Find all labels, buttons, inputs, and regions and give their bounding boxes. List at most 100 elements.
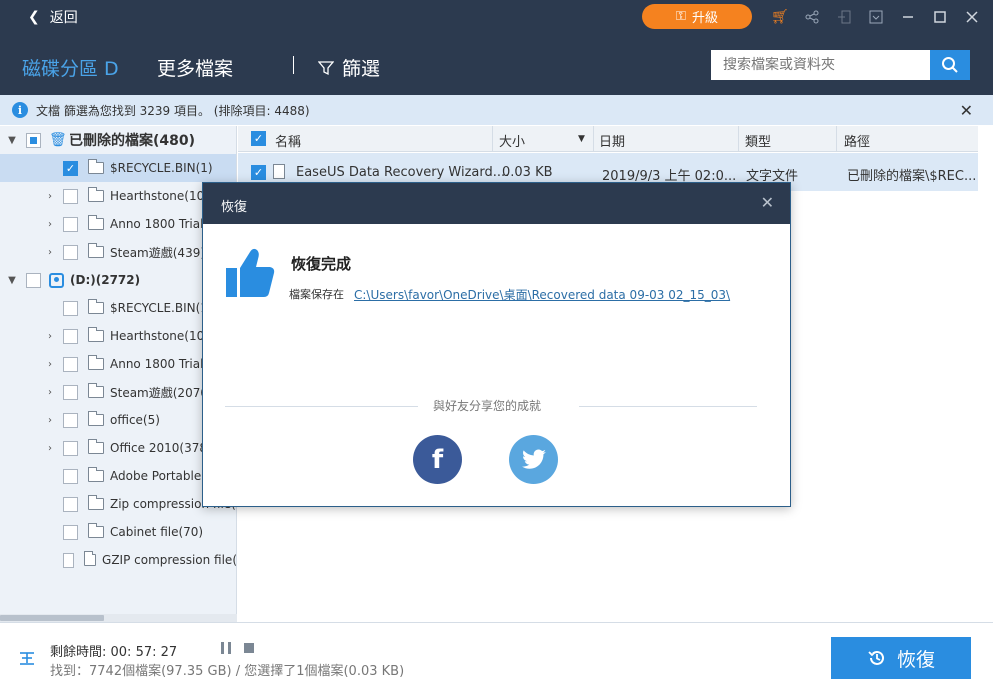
share-prompt: 與好友分享您的成就 bbox=[433, 399, 542, 413]
column-divider bbox=[738, 126, 739, 152]
minimize-icon[interactable] bbox=[898, 7, 918, 27]
recover-button[interactable]: 恢復 bbox=[831, 637, 971, 679]
tree-item-label: Cabinet file(70) bbox=[110, 525, 204, 539]
folder-icon bbox=[88, 187, 104, 202]
stop-icon[interactable] bbox=[244, 643, 254, 653]
column-header-name[interactable]: 名稱 bbox=[275, 131, 301, 150]
sign-in-icon[interactable] bbox=[834, 7, 854, 27]
tree-item-label: Steam遊戲(2070 bbox=[110, 385, 208, 400]
folder-icon bbox=[88, 383, 104, 398]
tree-checkbox[interactable] bbox=[63, 216, 78, 232]
folder-icon bbox=[88, 159, 104, 174]
tree-item-label: Hearthstone(10) bbox=[110, 189, 209, 203]
column-divider bbox=[593, 126, 594, 152]
tab-disk-partition[interactable]: 磁碟分區 D bbox=[22, 54, 119, 81]
thumbs-up-icon bbox=[226, 248, 275, 297]
column-divider bbox=[836, 126, 837, 152]
scrollbar-thumb[interactable] bbox=[0, 615, 104, 621]
tree-checkbox[interactable] bbox=[63, 496, 78, 512]
facebook-icon: f bbox=[431, 444, 444, 475]
history-icon bbox=[868, 650, 884, 665]
tree-item-label: $RECYCLE.BIN(1 bbox=[110, 301, 208, 315]
folder-icon bbox=[88, 411, 104, 426]
save-path-link[interactable]: C:\Users\favor\OneDrive\桌面\Recovered dat… bbox=[354, 286, 730, 303]
chevron-right-icon[interactable]: › bbox=[44, 191, 56, 202]
tree-checkbox[interactable] bbox=[26, 132, 41, 148]
toolbar-divider bbox=[293, 56, 294, 74]
upgrade-button[interactable]: ⚿ 升級 bbox=[642, 4, 752, 29]
maximize-icon[interactable] bbox=[930, 7, 950, 27]
tree-item-label: Anno 1800 Trial( bbox=[110, 357, 209, 371]
folder-icon bbox=[88, 299, 104, 314]
table-header: ✓ 名稱 大小 ▼ 日期 類型 路徑 bbox=[238, 126, 978, 152]
share-icon[interactable] bbox=[802, 7, 822, 27]
tree-item-label: GZIP compression file( bbox=[102, 553, 237, 567]
back-label: 返回 bbox=[49, 10, 78, 26]
tree-item-label: $RECYCLE.BIN(1) bbox=[110, 161, 213, 175]
folder-icon bbox=[88, 523, 104, 538]
tab-more-files[interactable]: 更多檔案 bbox=[157, 54, 233, 81]
facebook-share-button[interactable]: f bbox=[413, 435, 462, 484]
tree-checkbox[interactable] bbox=[63, 300, 78, 316]
chevron-right-icon[interactable]: › bbox=[44, 443, 56, 454]
filter-button[interactable]: 篩選 bbox=[318, 54, 380, 81]
cart-icon[interactable]: 🛒︎ bbox=[770, 7, 790, 27]
tree-checkbox[interactable] bbox=[63, 356, 78, 372]
column-header-size[interactable]: 大小 bbox=[499, 131, 525, 150]
chevron-right-icon[interactable]: › bbox=[44, 219, 56, 230]
tree-checkbox[interactable] bbox=[63, 188, 78, 204]
chevron-right-icon[interactable]: › bbox=[44, 387, 56, 398]
tree-checkbox[interactable] bbox=[63, 328, 78, 344]
select-all-checkbox[interactable]: ✓ bbox=[251, 131, 266, 146]
remaining-time: 剩餘時間: 00: 57: 27 bbox=[50, 645, 178, 660]
twitter-share-button[interactable] bbox=[509, 435, 558, 484]
tree-checkbox[interactable] bbox=[63, 384, 78, 400]
chevron-right-icon[interactable]: › bbox=[44, 415, 56, 426]
divider bbox=[225, 406, 418, 407]
upgrade-label: 升級 bbox=[691, 11, 718, 26]
filter-icon bbox=[318, 60, 334, 75]
chevron-down-icon[interactable]: ▼ bbox=[6, 135, 18, 146]
drive-icon bbox=[49, 272, 64, 288]
tree-item-deleted-files[interactable]: ▼ 🗑︎ 已刪除的檔案(480) bbox=[0, 126, 236, 154]
info-text: 文檔 篩選為您找到 3239 項目。 (排除項目: 4488) bbox=[36, 103, 310, 118]
document-icon bbox=[273, 164, 285, 179]
menu-icon[interactable] bbox=[866, 7, 886, 27]
tree-item-cabinet[interactable]: Cabinet file(70) bbox=[0, 518, 236, 546]
tree-item-recycle-bin[interactable]: ✓ $RECYCLE.BIN(1) bbox=[0, 154, 236, 182]
column-header-type[interactable]: 類型 bbox=[745, 131, 771, 150]
folder-icon bbox=[88, 495, 104, 510]
tree-checkbox[interactable] bbox=[63, 244, 78, 260]
search-button[interactable] bbox=[930, 50, 970, 80]
pause-icon[interactable] bbox=[221, 642, 231, 654]
tree-checkbox[interactable] bbox=[63, 524, 78, 540]
row-checkbox[interactable]: ✓ bbox=[251, 165, 266, 180]
tree-checkbox[interactable] bbox=[63, 552, 75, 568]
dialog-close-icon[interactable]: ✕ bbox=[761, 193, 774, 212]
chevron-down-icon[interactable]: ▼ bbox=[6, 275, 18, 286]
tree-checkbox[interactable] bbox=[63, 440, 78, 456]
search-input[interactable] bbox=[711, 50, 930, 80]
close-icon[interactable] bbox=[962, 7, 982, 27]
cell-size: 0.03 KB bbox=[502, 165, 553, 180]
back-button[interactable]: ❮ 返回 bbox=[28, 7, 78, 27]
folder-icon bbox=[88, 355, 104, 370]
column-header-date[interactable]: 日期 bbox=[599, 131, 625, 150]
cell-name: EaseUS Data Recovery Wizard.... bbox=[296, 165, 510, 180]
tree-checkbox[interactable]: ✓ bbox=[63, 160, 78, 176]
tree-item-label: Office 2010(378) bbox=[110, 441, 212, 455]
tree-checkbox[interactable] bbox=[26, 272, 41, 288]
tree-item-gzip[interactable]: GZIP compression file( bbox=[0, 546, 237, 574]
sort-desc-icon[interactable]: ▼ bbox=[578, 134, 585, 144]
recovery-complete-title: 恢復完成 bbox=[291, 255, 352, 273]
table-vertical-scrollbar[interactable] bbox=[978, 126, 993, 622]
chevron-right-icon[interactable]: › bbox=[44, 359, 56, 370]
tree-item-label: (D:)(2772) bbox=[70, 273, 141, 287]
tree-horizontal-scrollbar[interactable] bbox=[0, 614, 237, 622]
tree-checkbox[interactable] bbox=[63, 468, 78, 484]
chevron-right-icon[interactable]: › bbox=[44, 331, 56, 342]
tree-checkbox[interactable] bbox=[63, 412, 78, 428]
column-header-path[interactable]: 路徑 bbox=[844, 131, 870, 150]
chevron-right-icon[interactable]: › bbox=[44, 247, 56, 258]
info-close-icon[interactable]: ✕ bbox=[960, 101, 973, 120]
